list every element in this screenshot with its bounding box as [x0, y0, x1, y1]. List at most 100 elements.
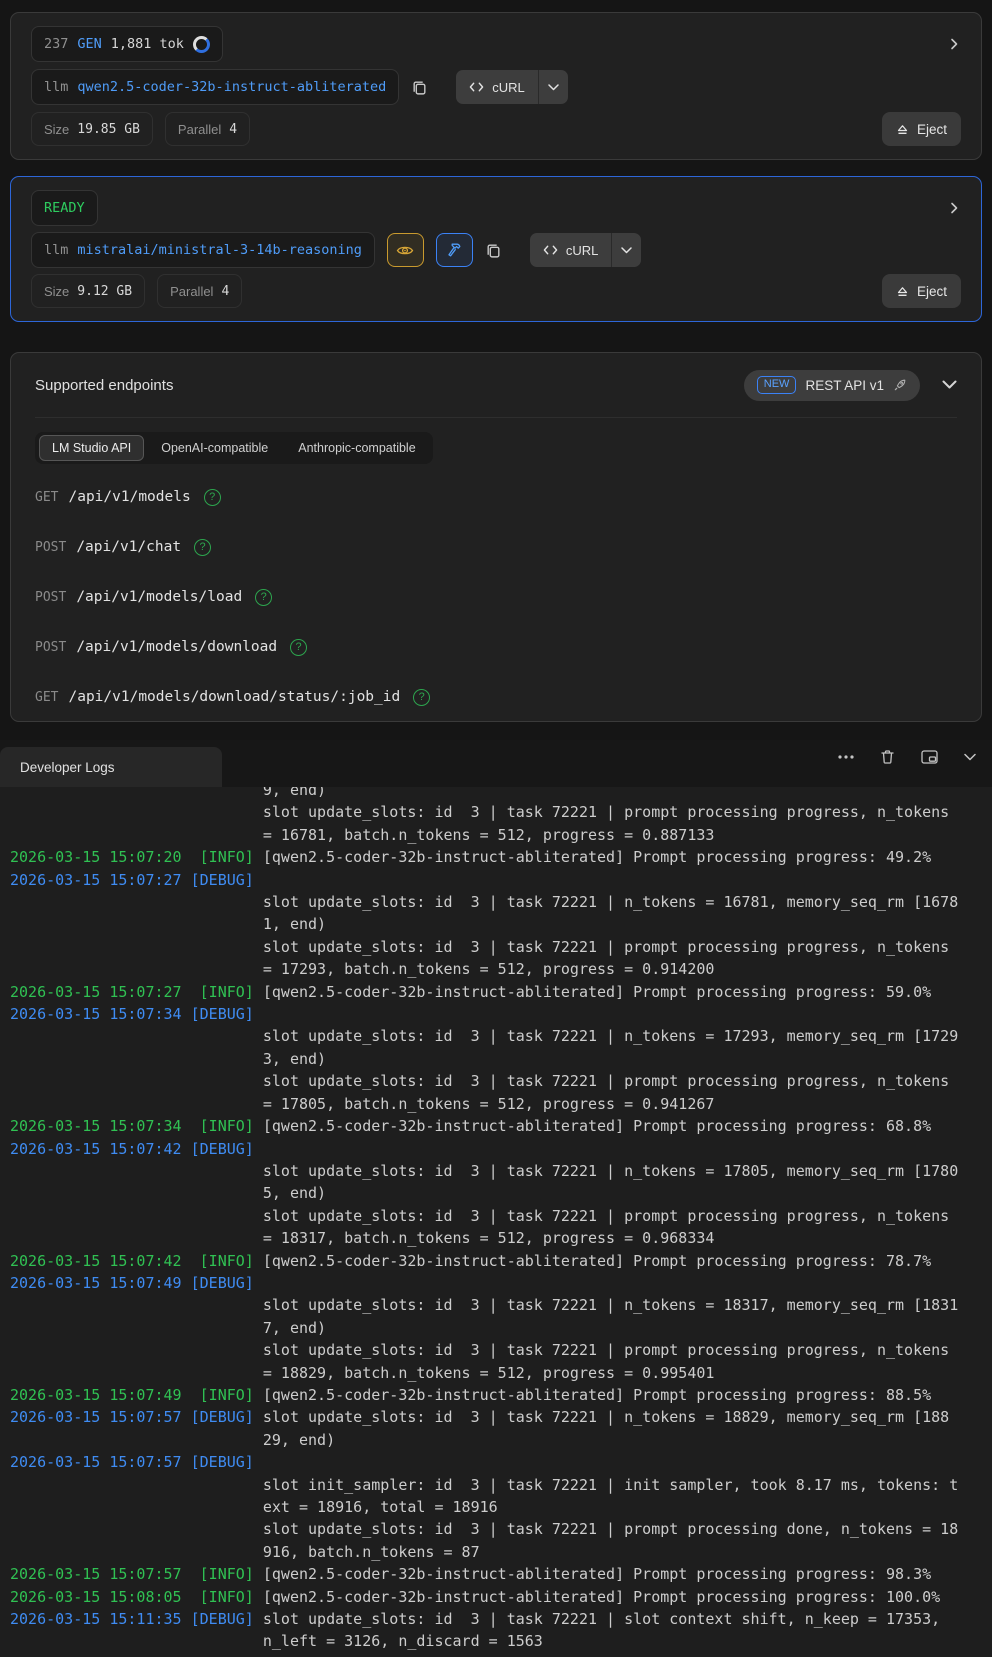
tab-developer-logs[interactable]: Developer Logs: [0, 747, 222, 787]
log-line: 2026-03-15 15:07:57 [DEBUG]: [10, 1451, 992, 1473]
log-line: 2026-03-15 15:08:05 [INFO] [qwen2.5-code…: [10, 1586, 992, 1608]
eject-icon: [896, 285, 909, 298]
new-badge: NEW: [757, 376, 797, 394]
log-line: 916, batch.n_tokens = 87: [10, 1541, 992, 1563]
log-timestamp-level: [10, 1364, 263, 1382]
help-icon[interactable]: ?: [413, 689, 430, 706]
chevron-right-icon[interactable]: [947, 201, 961, 215]
log-message: slot update_slots: id 3 | task 72221 | n…: [263, 1027, 958, 1045]
log-line: 2026-03-15 15:07:42 [DEBUG]: [10, 1138, 992, 1160]
help-icon[interactable]: ?: [204, 489, 221, 506]
log-message: slot update_slots: id 3 | task 72221 | n…: [263, 1408, 949, 1426]
help-icon[interactable]: ?: [194, 539, 211, 556]
collapse-logs-chevron-icon[interactable]: [964, 753, 976, 761]
curl-button[interactable]: cURL: [456, 70, 568, 104]
log-message: slot update_slots: id 3 | task 72221 | p…: [263, 1341, 949, 1359]
parallel-value: 4: [229, 122, 237, 137]
endpoint-row: POST/api/v1/models/load?: [35, 572, 957, 622]
log-timestamp-level: 2026-03-15 15:07:57 [DEBUG]: [10, 1408, 263, 1426]
api-identifier-chip[interactable]: llm qwen2.5-coder-32b-instruct-abliterat…: [31, 69, 399, 105]
log-timestamp-level: [10, 1184, 263, 1202]
log-line: 2026-03-15 15:07:27 [INFO] [qwen2.5-code…: [10, 981, 992, 1003]
picture-in-picture-icon: [921, 750, 938, 764]
log-timestamp-level: [10, 1319, 263, 1337]
eject-icon: [896, 123, 909, 136]
endpoint-path: /api/v1/chat: [76, 539, 181, 555]
log-line: = 16781, batch.n_tokens = 512, progress …: [10, 824, 992, 846]
endpoint-method: POST: [35, 640, 66, 655]
log-line: slot update_slots: id 3 | task 72221 | p…: [10, 936, 992, 958]
log-message: = 18317, batch.n_tokens = 512, progress …: [263, 1229, 715, 1247]
log-timestamp-level: 2026-03-15 15:07:27 [DEBUG]: [10, 871, 263, 889]
copy-icon[interactable]: [411, 79, 428, 96]
token-count: 1,881 tok: [111, 36, 184, 52]
section-title: Supported endpoints: [35, 377, 173, 394]
help-icon[interactable]: ?: [290, 639, 307, 656]
log-timestamp-level: [10, 893, 263, 911]
endpoint-row: POST/api/v1/chat?: [35, 522, 957, 572]
log-line: = 17805, batch.n_tokens = 512, progress …: [10, 1093, 992, 1115]
eject-label: Eject: [917, 284, 947, 299]
tool-use-capability-button[interactable]: [436, 233, 473, 267]
log-line: = 18829, batch.n_tokens = 512, progress …: [10, 1362, 992, 1384]
log-timestamp-level: 2026-03-15 15:07:20 [INFO]: [10, 848, 263, 866]
log-line: 2026-03-15 15:07:42 [INFO] [qwen2.5-code…: [10, 1250, 992, 1272]
model-card-ministral: READY llm mistralai/ministral-3-14b-reas…: [10, 176, 982, 322]
eject-button[interactable]: Eject: [882, 112, 961, 146]
log-line: 5, end): [10, 1182, 992, 1204]
log-timestamp-level: [10, 960, 263, 978]
trash-icon: [880, 749, 895, 765]
log-line: slot update_slots: id 3 | task 72221 | n…: [10, 1294, 992, 1316]
parallel-label: Parallel: [178, 122, 221, 137]
curl-button[interactable]: cURL: [530, 233, 642, 267]
chevron-down-icon[interactable]: [539, 70, 568, 104]
log-timestamp-level: 2026-03-15 15:07:57 [DEBUG]: [10, 1453, 263, 1471]
log-timestamp-level: [10, 1162, 263, 1180]
log-timestamp-level: 2026-03-15 15:07:34 [INFO]: [10, 1117, 263, 1135]
log-timestamp-level: 2026-03-15 15:07:57 [INFO]: [10, 1565, 263, 1583]
log-timestamp-level: [10, 826, 263, 844]
log-message: ext = 18916, total = 18916: [263, 1498, 498, 1516]
popout-logs-button[interactable]: [921, 750, 938, 764]
tab-openai-compatible[interactable]: OpenAI-compatible: [148, 435, 281, 461]
gen-label: GEN: [77, 36, 101, 52]
log-timestamp-level: 2026-03-15 15:08:05 [INFO]: [10, 1588, 263, 1606]
size-label: Size: [44, 122, 69, 137]
collapse-section-chevron-icon[interactable]: [942, 380, 957, 390]
curl-label: cURL: [566, 243, 599, 258]
log-message: = 16781, batch.n_tokens = 512, progress …: [263, 826, 715, 844]
log-lines: 9, end) slot update_slots: id 3 | task 7…: [10, 787, 992, 1653]
log-timestamp-level: [10, 938, 263, 956]
ellipsis-icon: [838, 755, 854, 759]
log-message: = 17293, batch.n_tokens = 512, progress …: [263, 960, 715, 978]
developer-logs-panel: Developer Logs: [0, 740, 992, 1657]
model-identifier: qwen2.5-coder-32b-instruct-abliterated: [77, 79, 386, 95]
logs-header: Developer Logs: [0, 740, 992, 787]
logs-scroll-area[interactable]: 9, end) slot update_slots: id 3 | task 7…: [0, 787, 992, 1657]
endpoint-method: GET: [35, 690, 58, 705]
tab-lm-studio-api[interactable]: LM Studio API: [39, 435, 144, 461]
clear-logs-button[interactable]: [880, 749, 895, 765]
chevron-right-icon[interactable]: [947, 37, 961, 51]
copy-icon[interactable]: [485, 242, 502, 259]
chevron-down-icon[interactable]: [612, 233, 641, 267]
rest-api-version-button[interactable]: NEW REST API v1: [744, 370, 920, 401]
log-timestamp-level: [10, 1520, 263, 1538]
vision-capability-button[interactable]: [387, 233, 424, 267]
logs-menu-button[interactable]: [838, 755, 854, 759]
api-identifier-chip[interactable]: llm mistralai/ministral-3-14b-reasoning: [31, 232, 375, 268]
tab-anthropic-compatible[interactable]: Anthropic-compatible: [285, 435, 428, 461]
eject-button[interactable]: Eject: [882, 274, 961, 308]
log-line: 29, end): [10, 1429, 992, 1451]
endpoint-method: POST: [35, 540, 66, 555]
log-timestamp-level: [10, 1296, 263, 1314]
parallel-value: 4: [221, 284, 229, 299]
help-icon[interactable]: ?: [255, 589, 272, 606]
log-message: 916, batch.n_tokens = 87: [263, 1543, 480, 1561]
size-value: 9.12 GB: [77, 284, 132, 299]
ready-label: READY: [44, 200, 85, 216]
log-message: = 17805, batch.n_tokens = 512, progress …: [263, 1095, 715, 1113]
log-message: 9, end): [263, 787, 326, 799]
log-message: 29, end): [263, 1431, 335, 1449]
endpoint-list: GET/api/v1/models?POST/api/v1/chat?POST/…: [35, 472, 957, 722]
